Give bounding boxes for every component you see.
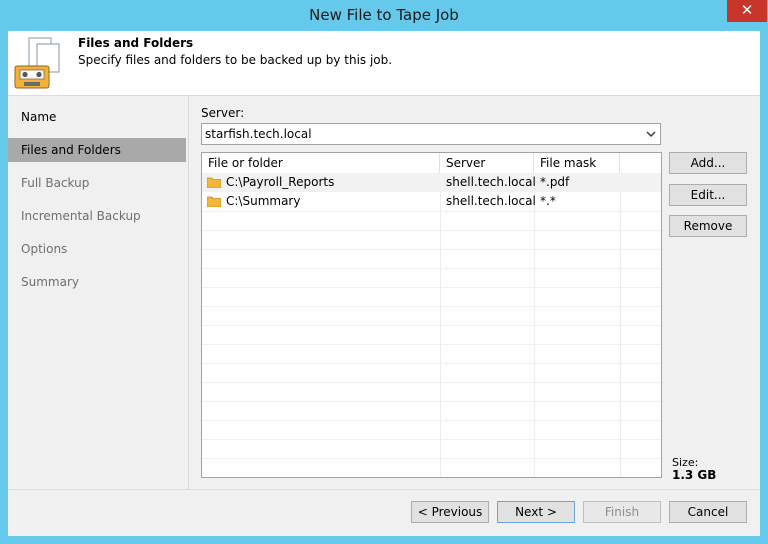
row-divider xyxy=(202,268,661,269)
add-button[interactable]: Add... xyxy=(669,152,747,174)
nav-item-name[interactable]: Name xyxy=(8,105,186,129)
row-divider xyxy=(202,439,661,440)
row-divider xyxy=(202,249,661,250)
row-divider xyxy=(202,458,661,459)
remove-button[interactable]: Remove xyxy=(669,215,747,237)
wizard-client: Files and Folders Specify files and fold… xyxy=(8,31,760,536)
cell-server: shell.tech.local xyxy=(446,175,536,189)
cell-mask: *.* xyxy=(540,194,556,208)
row-divider xyxy=(202,344,661,345)
nav-item-summary: Summary xyxy=(21,275,79,289)
column-header-mask[interactable]: File mask xyxy=(534,153,620,173)
file-tape-icon xyxy=(14,37,60,89)
row-divider xyxy=(202,306,661,307)
table-header: File or folder Server File mask xyxy=(202,153,661,174)
cell-path: C:\Summary xyxy=(226,194,301,208)
column-header-file[interactable]: File or folder xyxy=(202,153,440,173)
cancel-button[interactable]: Cancel xyxy=(669,501,747,523)
column-header-server[interactable]: Server xyxy=(440,153,534,173)
title-bar[interactable]: New File to Tape Job ✕ xyxy=(0,0,768,31)
footer-divider xyxy=(8,489,760,490)
table-row[interactable]: C:\Summary shell.tech.local *.* xyxy=(202,192,661,211)
cell-mask: *.pdf xyxy=(540,175,570,189)
cell-server: shell.tech.local xyxy=(446,194,536,208)
nav-item-files-and-folders[interactable]: Files and Folders xyxy=(8,138,186,162)
folder-icon xyxy=(207,196,221,207)
row-divider xyxy=(202,211,661,212)
row-divider xyxy=(202,363,661,364)
edit-button[interactable]: Edit... xyxy=(669,184,747,206)
table-row[interactable]: C:\Payroll_Reports shell.tech.local *.pd… xyxy=(202,173,661,192)
row-divider xyxy=(202,325,661,326)
wizard-header: Files and Folders Specify files and fold… xyxy=(8,31,760,96)
nav-item-incremental-backup: Incremental Backup xyxy=(21,209,141,223)
size-value: 1.3 GB xyxy=(672,468,717,482)
folder-icon xyxy=(207,177,221,188)
cell-path: C:\Payroll_Reports xyxy=(226,175,335,189)
row-divider xyxy=(202,401,661,402)
row-divider xyxy=(202,382,661,383)
page-subtitle: Specify files and folders to be backed u… xyxy=(78,53,393,67)
server-label: Server: xyxy=(201,106,245,120)
wizard-window: New File to Tape Job ✕ Files and Folders… xyxy=(0,0,768,544)
window-title: New File to Tape Job xyxy=(309,6,459,24)
chevron-down-icon xyxy=(646,131,656,137)
page-title: Files and Folders xyxy=(78,36,194,50)
finish-button: Finish xyxy=(583,501,661,523)
server-value: starfish.tech.local xyxy=(205,127,312,141)
nav-item-options: Options xyxy=(21,242,68,256)
nav-item-full-backup: Full Backup xyxy=(21,176,90,190)
previous-button[interactable]: < Previous xyxy=(411,501,489,523)
row-divider xyxy=(202,420,661,421)
files-table[interactable]: File or folder Server File mask C:\Payro… xyxy=(201,152,662,478)
server-select[interactable]: starfish.tech.local xyxy=(201,123,661,145)
close-icon[interactable]: ✕ xyxy=(727,0,767,22)
next-button[interactable]: Next > xyxy=(497,501,575,523)
row-divider xyxy=(202,230,661,231)
row-divider xyxy=(202,287,661,288)
wizard-steps-nav: Name Files and Folders Full Backup Incre… xyxy=(8,96,189,489)
